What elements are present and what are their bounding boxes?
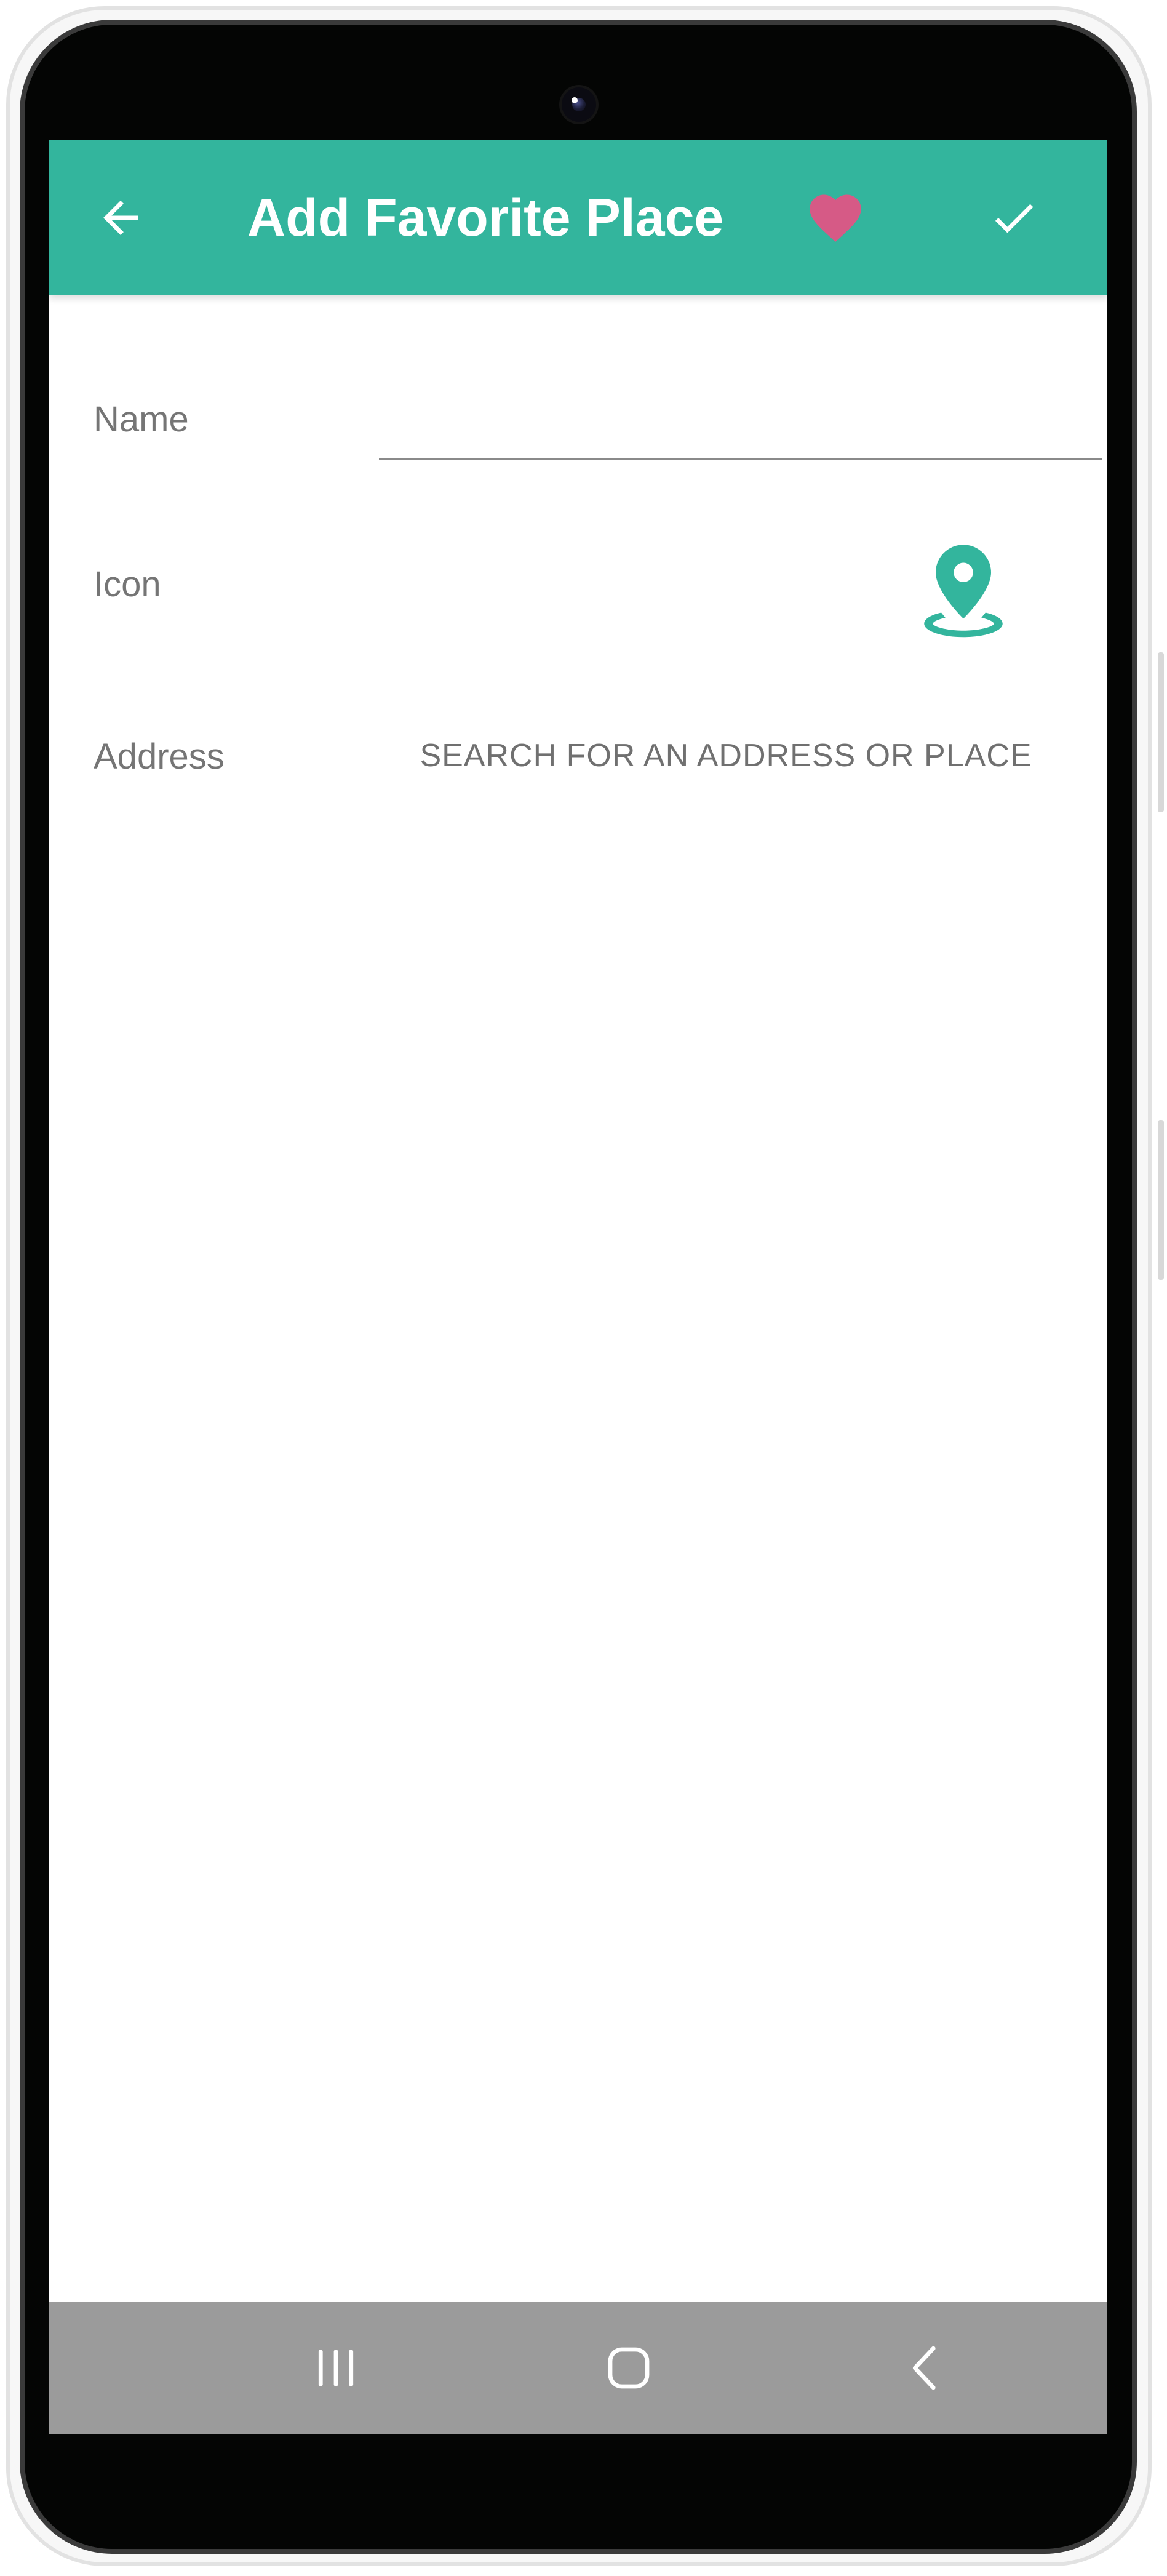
map-pin-icon xyxy=(924,545,1003,638)
page-title: Add Favorite Place xyxy=(247,188,724,247)
app-bar: Add Favorite Place xyxy=(49,140,1107,295)
arrow-left-icon xyxy=(103,201,138,235)
save-button[interactable] xyxy=(979,183,1048,252)
back-button[interactable] xyxy=(86,183,155,252)
name-label: Name xyxy=(94,399,189,439)
search-address-button[interactable]: SEARCH FOR AN ADDRESS OR PLACE xyxy=(394,719,1058,793)
nav-back-button[interactable] xyxy=(877,2331,976,2405)
front-camera xyxy=(562,87,596,122)
icon-picker-button[interactable] xyxy=(902,532,1025,655)
recents-button[interactable] xyxy=(287,2331,385,2405)
icon-label: Icon xyxy=(94,564,161,604)
screen: Add Favorite Place Name Icon Address SEA… xyxy=(49,140,1107,2434)
nav-back-icon xyxy=(912,2346,936,2390)
checkmark-icon xyxy=(995,204,1034,233)
home-icon xyxy=(608,2347,650,2389)
address-label: Address xyxy=(94,737,225,777)
heart-icon xyxy=(810,194,861,242)
recents-icon xyxy=(318,2350,354,2386)
device-frame: Add Favorite Place Name Icon Address SEA… xyxy=(0,0,1167,2576)
power-button xyxy=(1158,1120,1164,1280)
favorite-button[interactable] xyxy=(801,183,870,252)
home-button[interactable] xyxy=(580,2331,678,2405)
volume-button xyxy=(1158,652,1164,812)
system-nav-bar xyxy=(49,2302,1107,2434)
name-input[interactable] xyxy=(379,386,1102,460)
